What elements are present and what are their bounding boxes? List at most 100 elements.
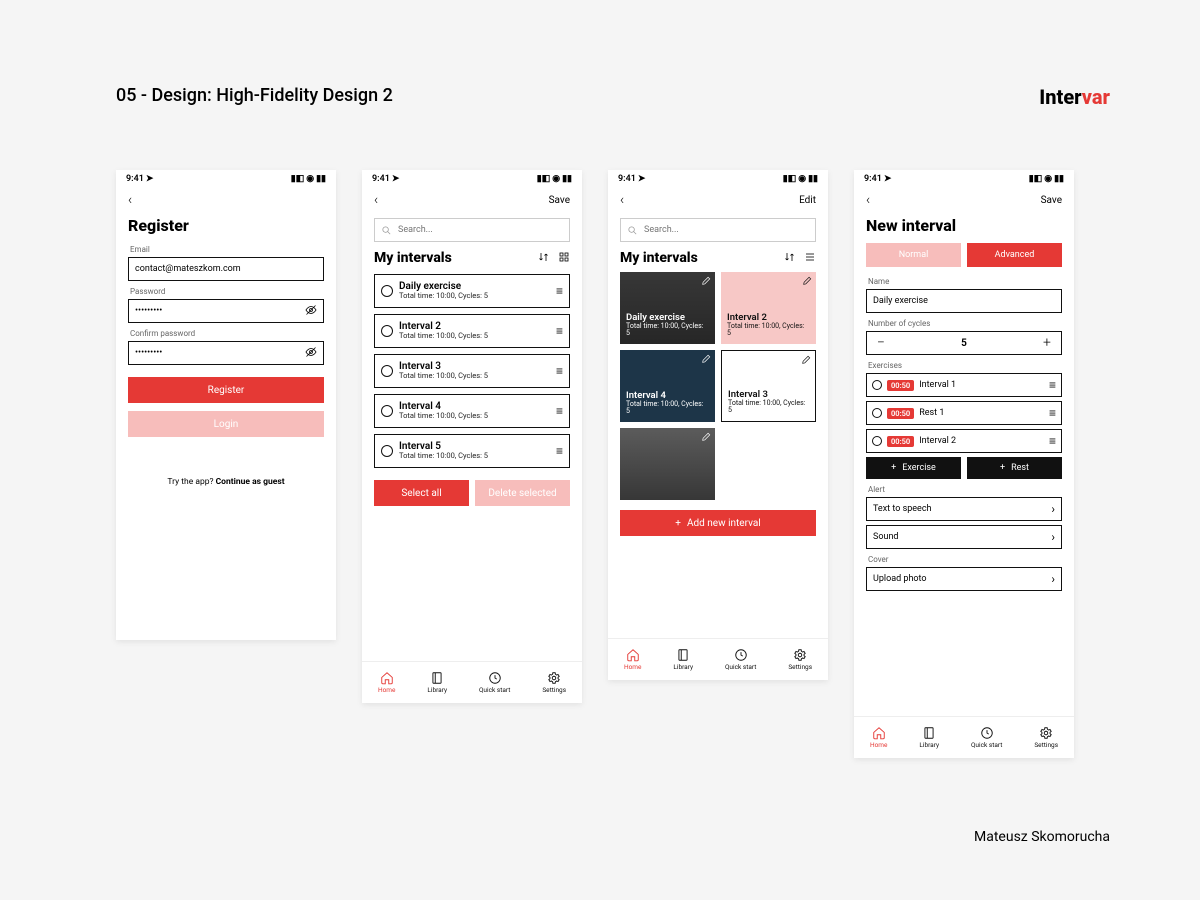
- tab-home[interactable]: Home: [870, 726, 888, 749]
- brand-logo: Intervar: [1039, 85, 1110, 109]
- drag-handle-icon[interactable]: ≡: [556, 404, 563, 418]
- drag-handle-icon[interactable]: ≡: [556, 444, 563, 458]
- interval-card[interactable]: Interval 3 Total time: 10:00, Cycles: 5: [721, 350, 816, 422]
- radio-select[interactable]: [872, 436, 882, 446]
- add-new-interval-button[interactable]: + Add new interval: [620, 510, 816, 536]
- drag-handle-icon[interactable]: ≡: [1049, 406, 1056, 420]
- status-time: 9:41: [864, 174, 882, 184]
- status-time: 9:41: [372, 174, 390, 184]
- edit-icon[interactable]: [701, 432, 711, 444]
- search-input[interactable]: [620, 218, 816, 242]
- tab-home[interactable]: Home: [378, 671, 396, 694]
- cycles-stepper[interactable]: − 5 +: [866, 331, 1062, 355]
- tab-library[interactable]: Library: [673, 648, 693, 671]
- tab-settings[interactable]: Settings: [788, 648, 812, 671]
- save-action[interactable]: Save: [549, 195, 570, 206]
- interval-row[interactable]: Interval 5 Total time: 10:00, Cycles: 5 …: [374, 434, 570, 468]
- search-input[interactable]: [374, 218, 570, 242]
- radio-select[interactable]: [381, 325, 393, 337]
- back-button[interactable]: ‹: [128, 192, 132, 208]
- exercise-row[interactable]: 00:50 Rest 1 ≡: [866, 401, 1062, 425]
- interval-card[interactable]: Daily exercise Total time: 10:00, Cycles…: [620, 272, 715, 344]
- location-icon: ➤: [392, 174, 400, 184]
- radio-select[interactable]: [872, 380, 882, 390]
- eye-off-icon[interactable]: [305, 346, 317, 361]
- email-field[interactable]: [128, 257, 324, 281]
- back-button[interactable]: ‹: [374, 192, 378, 208]
- tab-library[interactable]: Library: [427, 671, 447, 694]
- card-sub: Total time: 10:00, Cycles: 5: [727, 323, 810, 338]
- edit-action[interactable]: Edit: [799, 195, 816, 206]
- interval-row[interactable]: Interval 4 Total time: 10:00, Cycles: 5 …: [374, 394, 570, 428]
- password-label: Password: [130, 287, 324, 296]
- interval-card[interactable]: Interval 4 Total time: 10:00, Cycles: 5: [620, 350, 715, 422]
- name-field[interactable]: [866, 289, 1062, 313]
- password-value: •••••••••: [135, 306, 162, 316]
- password-field[interactable]: •••••••••: [128, 299, 324, 323]
- radio-select[interactable]: [381, 445, 393, 457]
- signal-icon: ▮◧: [291, 174, 304, 184]
- tab-quickstart[interactable]: Quick start: [725, 648, 756, 671]
- tab-settings[interactable]: Settings: [542, 671, 566, 694]
- radio-select[interactable]: [381, 365, 393, 377]
- interval-row[interactable]: Daily exercise Total time: 10:00, Cycles…: [374, 274, 570, 308]
- register-button[interactable]: Register: [128, 377, 324, 403]
- save-action[interactable]: Save: [1041, 195, 1062, 206]
- edit-icon[interactable]: [701, 354, 711, 366]
- interval-row[interactable]: Interval 2 Total time: 10:00, Cycles: 5 …: [374, 314, 570, 348]
- back-button[interactable]: ‹: [620, 192, 624, 208]
- status-time: 9:41: [126, 174, 144, 184]
- segment-normal[interactable]: Normal: [866, 243, 961, 267]
- tab-quickstart[interactable]: Quick start: [479, 671, 510, 694]
- interval-row[interactable]: Interval 3 Total time: 10:00, Cycles: 5 …: [374, 354, 570, 388]
- segment-advanced[interactable]: Advanced: [967, 243, 1062, 267]
- interval-card[interactable]: [620, 428, 715, 500]
- search-icon: [381, 225, 392, 236]
- brand-accent: var: [1082, 85, 1110, 109]
- alert-tts-option[interactable]: Text to speech›: [866, 497, 1062, 521]
- radio-select[interactable]: [381, 285, 393, 297]
- delete-selected-button[interactable]: Delete selected: [475, 480, 570, 506]
- add-exercise-button[interactable]: +Exercise: [866, 457, 961, 479]
- drag-handle-icon[interactable]: ≡: [556, 324, 563, 338]
- tab-home[interactable]: Home: [624, 648, 642, 671]
- edit-icon[interactable]: [802, 276, 812, 288]
- drag-handle-icon[interactable]: ≡: [1049, 378, 1056, 392]
- exercise-row[interactable]: 00:50 Interval 2 ≡: [866, 429, 1062, 453]
- screen-intervals-grid: 9:41 ➤ ▮◧◉▮▮ ‹ Edit My intervals: [608, 170, 828, 680]
- drag-handle-icon[interactable]: ≡: [556, 364, 563, 378]
- continue-as-guest[interactable]: Try the app? Continue as guest: [128, 477, 324, 487]
- edit-icon[interactable]: [701, 276, 711, 288]
- eye-off-icon[interactable]: [305, 304, 317, 319]
- drag-handle-icon[interactable]: ≡: [556, 284, 563, 298]
- plus-button[interactable]: +: [1033, 332, 1061, 354]
- sort-icon[interactable]: [784, 251, 796, 266]
- upload-photo-option[interactable]: Upload photo›: [866, 567, 1062, 591]
- edit-icon[interactable]: [801, 355, 811, 367]
- drag-handle-icon[interactable]: ≡: [1049, 434, 1056, 448]
- location-icon: ➤: [884, 174, 892, 184]
- exercise-name: Rest 1: [919, 408, 1044, 418]
- status-bar: 9:41 ➤ ▮◧◉▮▮: [362, 170, 582, 188]
- chevron-right-icon: ›: [1051, 572, 1055, 586]
- list-view-icon[interactable]: [804, 251, 816, 266]
- login-button[interactable]: Login: [128, 411, 324, 437]
- radio-select[interactable]: [872, 408, 882, 418]
- minus-button[interactable]: −: [867, 332, 895, 354]
- tab-library[interactable]: Library: [919, 726, 939, 749]
- confirm-password-field[interactable]: •••••••••: [128, 341, 324, 365]
- sort-icon[interactable]: [538, 251, 550, 266]
- exercise-row[interactable]: 00:50 Interval 1 ≡: [866, 373, 1062, 397]
- select-all-button[interactable]: Select all: [374, 480, 469, 506]
- status-indicators: ▮◧ ◉ ▮▮: [291, 174, 326, 184]
- tab-settings[interactable]: Settings: [1034, 726, 1058, 749]
- interval-sub: Total time: 10:00, Cycles: 5: [399, 452, 550, 460]
- grid-view-icon[interactable]: [558, 251, 570, 266]
- interval-card[interactable]: Interval 2 Total time: 10:00, Cycles: 5: [721, 272, 816, 344]
- radio-select[interactable]: [381, 405, 393, 417]
- alert-sound-option[interactable]: Sound›: [866, 525, 1062, 549]
- back-button[interactable]: ‹: [866, 192, 870, 208]
- tab-bar: Home Library Quick start Settings: [854, 716, 1074, 758]
- add-rest-button[interactable]: +Rest: [967, 457, 1062, 479]
- tab-quickstart[interactable]: Quick start: [971, 726, 1002, 749]
